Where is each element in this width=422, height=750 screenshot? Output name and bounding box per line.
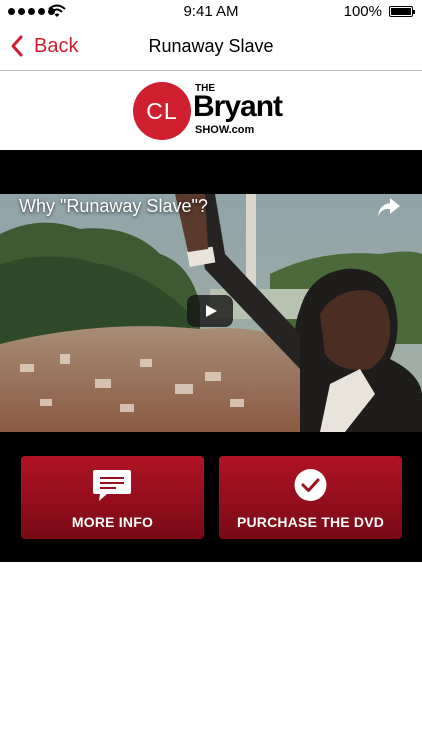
status-bar: 9:41 AM 100%: [0, 0, 422, 24]
bryant-show-logo: CL THE Bryant SHOW.com: [133, 82, 293, 140]
battery-level-fill: [391, 8, 411, 15]
logo-initials: CL: [133, 82, 191, 140]
media-panel: Why "Runaway Slave"? MORE INFO PURCHASE …: [0, 150, 422, 562]
video-player[interactable]: Why "Runaway Slave"?: [0, 194, 422, 432]
share-arrow-icon[interactable]: [376, 196, 402, 218]
battery-icon: [389, 6, 415, 17]
more-info-button[interactable]: MORE INFO: [21, 456, 204, 539]
page-title: Runaway Slave: [148, 36, 274, 56]
purchase-dvd-button[interactable]: PURCHASE THE DVD: [219, 456, 402, 539]
more-info-label: MORE INFO: [71, 514, 154, 530]
purchase-dvd-label: PURCHASE THE DVD: [236, 514, 385, 530]
chat-bubble-icon: [93, 470, 131, 501]
battery-percent: 100%: [343, 3, 382, 20]
logo-name: Bryant: [193, 90, 283, 123]
play-button[interactable]: [187, 295, 233, 327]
logo-show: SHOW.com: [195, 124, 255, 136]
checkmark-circle-icon: [294, 469, 327, 501]
video-title: Why "Runaway Slave"?: [19, 196, 208, 216]
navigation-bar: Back Runaway Slave: [0, 24, 422, 71]
